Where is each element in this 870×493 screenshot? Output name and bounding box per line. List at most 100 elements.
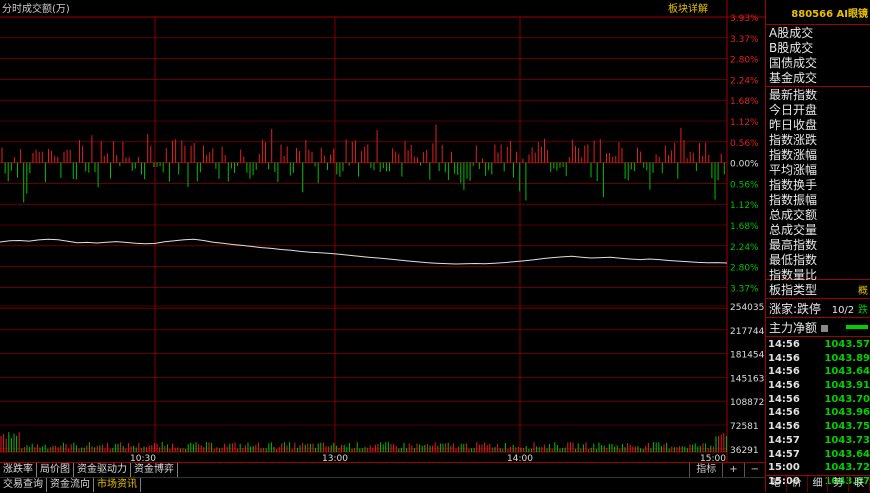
limit-label: 涨家:跌停 — [769, 301, 822, 316]
detail-tab[interactable]: 细 — [808, 476, 829, 492]
net-flow-toggle-icon[interactable] — [820, 324, 828, 332]
volume-axis-label: 72581 — [730, 422, 759, 432]
detail-tab[interactable]: 笔 — [766, 476, 787, 492]
tick-price: 1043.96 — [824, 407, 870, 419]
y-axis-label: 2.80% — [730, 264, 759, 274]
bottom-tab[interactable]: 涨跌率 — [0, 463, 37, 477]
tick-time: 14:56 — [768, 407, 800, 419]
tick-row: 14:56 1043.57 — [766, 339, 870, 353]
detail-tab[interactable]: 联 — [849, 476, 870, 492]
tick-time: 14:56 — [768, 421, 800, 433]
board-type-value[interactable]: 概 — [858, 282, 868, 297]
x-axis-label: 13:00 — [322, 454, 348, 462]
x-axis-label: 10:30 — [130, 454, 156, 462]
tick-row: 14:56 1043.89 — [766, 353, 870, 367]
y-axis-label: 2.80% — [730, 56, 759, 66]
tick-row: 14:56 1043.64 — [766, 366, 870, 380]
tick-price: 1043.73 — [824, 434, 870, 446]
index-stat-item: 最低指数 — [769, 253, 818, 267]
bottom-tab[interactable]: 资金流向 — [47, 478, 94, 492]
index-stat-item: 指数换手 — [769, 178, 818, 192]
y-axis-label: 0.00% — [730, 160, 759, 170]
volume-axis-label: 217744 — [730, 327, 765, 337]
net-flow-bar — [846, 325, 868, 329]
detail-tab[interactable]: 势 — [828, 476, 850, 492]
index-stat-item: 平均涨幅 — [769, 163, 818, 177]
y-axis-label: 3.37% — [730, 284, 759, 294]
indicator-label[interactable]: 成交额(万) — [22, 2, 70, 15]
index-stats-list: 最新指数 今日开盘 昨日收盘 指数涨跌 指数涨幅 平均涨幅 指数换手 指数振幅 总成交额 总成交量… — [766, 87, 870, 282]
y-axis-label: 1.12% — [730, 118, 759, 128]
index-stat-item: 总成交额 — [769, 208, 818, 222]
limit-suffix: 跌 — [858, 304, 868, 316]
index-stat-item: 指数振幅 — [769, 193, 818, 207]
tick-row: 14:56 1043.91 — [766, 380, 870, 394]
detail-tab[interactable]: 价 — [787, 476, 808, 492]
y-axis-label: 2.24% — [730, 243, 759, 253]
y-axis-label: 1.68% — [730, 97, 759, 107]
tick-row: 14:56 1043.75 — [766, 421, 870, 435]
bottom-tabs-row1: 涨跌率 局价图 资金驱动力 资金博弈 指标 + − — [0, 463, 765, 477]
tick-row: 14:57 1043.73 — [766, 435, 870, 449]
index-stat-item: 指数涨跌 — [769, 133, 818, 147]
net-flow-label: 主力净额 — [769, 320, 818, 335]
volume-axis-label: 145163 — [730, 374, 764, 384]
x-axis-label: 15:00 — [700, 454, 726, 462]
market-volume-item: 基金成交 — [769, 71, 818, 85]
y-axis-label: 3.93% — [730, 14, 759, 24]
index-stat-item: 最高指数 — [769, 238, 818, 252]
tick-row: 14:57 1043.64 — [766, 449, 870, 463]
chart-grid — [0, 0, 765, 462]
tick-row: 15:00 1043.72 — [766, 462, 870, 476]
bottom-tab[interactable]: 市场资讯 — [94, 478, 141, 492]
info-panel: 880566 AI眼镜 A股成交 B股成交 国债成交 基金成交 最新指数 今日开盘 昨日收… — [765, 0, 870, 492]
tick-price: 1043.72 — [824, 462, 870, 474]
volume-axis-label: 36291 — [730, 446, 759, 456]
market-volume-list: A股成交 B股成交 国债成交 基金成交 — [766, 25, 870, 86]
index-stat-item: 指数涨幅 — [769, 148, 818, 162]
bottom-tabs-row2: 交易查询 资金流向 市场资讯 — [0, 477, 765, 492]
index-stat-item: 最新指数 — [769, 88, 818, 102]
y-axis-label: 1.68% — [730, 222, 759, 232]
tick-price: 1043.64 — [824, 448, 870, 460]
market-volume-item: B股成交 — [769, 41, 814, 55]
tick-row: 14:56 1043.96 — [766, 407, 870, 421]
y-axis-label: 2.24% — [730, 76, 759, 86]
detail-tabs: 笔价细势联 — [766, 475, 870, 492]
tick-time: 14:56 — [768, 393, 800, 405]
tick-list: 14:56 1043.57 14:56 1043.89 14:56 1043.64 14:5… — [766, 337, 870, 490]
volume-axis-label: 254035 — [730, 303, 764, 313]
tick-time: 14:57 — [768, 434, 800, 446]
y-axis-label: 0.56% — [730, 139, 759, 149]
mode-label[interactable]: 分时 — [2, 3, 22, 15]
tick-time: 14:56 — [768, 380, 800, 392]
x-axis-label: 14:00 — [507, 454, 533, 462]
tick-row: 14:56 1043.70 — [766, 394, 870, 408]
zoom-in-button[interactable]: + — [722, 463, 743, 477]
market-volume-item: A股成交 — [769, 26, 814, 40]
bottom-tab[interactable]: 资金博弈 — [131, 463, 178, 477]
indicator-button[interactable]: 指标 — [689, 463, 722, 477]
index-stat-item: 总成交量 — [769, 223, 818, 237]
bottom-tab[interactable]: 局价图 — [37, 463, 74, 477]
tick-price: 1043.75 — [824, 421, 870, 433]
board-type-label: 板指类型 — [769, 282, 818, 297]
tick-price: 1043.64 — [824, 366, 870, 378]
zoom-out-button[interactable]: − — [743, 463, 765, 477]
price-line — [0, 238, 728, 265]
y-axis-label: 1.12% — [730, 201, 759, 211]
intraday-chart[interactable]: 3.93% 3.37% 2.80% 2.24% 1.68% 1.12% 0.56% 0.00%… — [0, 0, 765, 462]
y-axis-label: 0.56% — [730, 180, 759, 190]
volume-axis-label: 181454 — [730, 351, 765, 361]
limit-value: 10/2 — [831, 304, 855, 316]
y-axis-label: 3.37% — [730, 35, 759, 45]
bottom-toolbar: 涨跌率 局价图 资金驱动力 资金博弈 指标 + − 交易查询 资金流向 市场资讯 — [0, 462, 765, 493]
sector-detail-link[interactable]: 板块详解 — [668, 2, 708, 15]
index-stat-item: 昨日收盘 — [769, 118, 818, 132]
tick-price: 1043.70 — [824, 393, 870, 405]
tick-time: 14:56 — [768, 366, 800, 378]
volume-axis-label: 108872 — [730, 398, 764, 408]
tick-price: 1043.89 — [824, 352, 870, 364]
bottom-tab[interactable]: 资金驱动力 — [74, 463, 131, 477]
bottom-tab[interactable]: 交易查询 — [0, 478, 47, 492]
